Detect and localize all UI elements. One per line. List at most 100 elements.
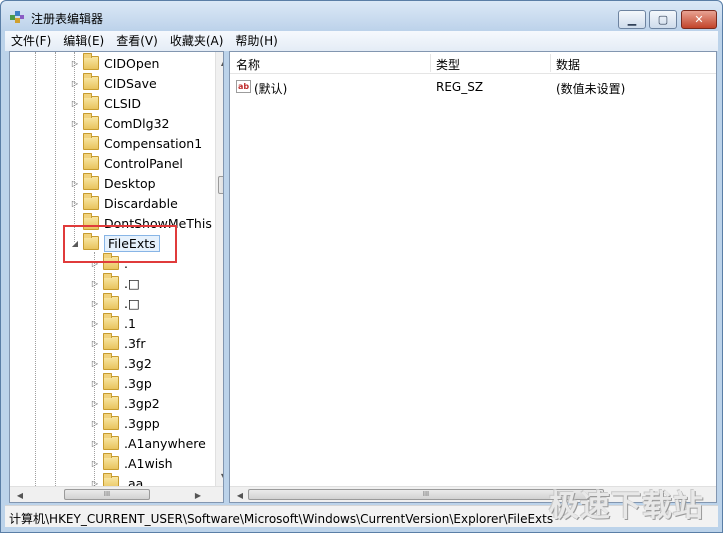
tree-item-label: ControlPanel [104,155,183,171]
expand-arrow-icon[interactable]: ▷ [90,339,100,348]
column-header-type[interactable]: 类型 [436,56,460,73]
scroll-down-arrow-icon[interactable]: ▼ [216,468,223,484]
minimize-button[interactable]: ▁ [618,10,646,29]
tree-guide-line [55,52,56,486]
expand-arrow-icon[interactable]: ▷ [70,179,80,188]
scroll-left-arrow-icon[interactable]: ◀ [12,487,28,502]
tree-item-label: .3fr [124,335,146,351]
expand-arrow-icon[interactable]: ▷ [90,439,100,448]
tree-item[interactable]: ▷ CIDSave [70,73,157,93]
expand-arrow-icon[interactable]: ▷ [70,79,80,88]
folder-icon [83,153,99,170]
scroll-right-arrow-icon[interactable]: ▶ [190,487,206,502]
menu-edit[interactable]: 编辑(E) [57,31,110,51]
menu-file[interactable]: 文件(F) [5,31,57,51]
folder-icon [103,393,119,410]
maximize-button[interactable]: ▢ [649,10,677,29]
column-divider[interactable] [550,54,551,72]
tree-child-item[interactable]: ▷ .3gpp [90,413,160,433]
expand-arrow-icon[interactable]: ▷ [90,299,100,308]
tree-item-label: .□ [124,295,140,311]
key-tree-pane: ▷ CIDOpen ▷ CIDSave ▷ CLSID ▷ ComDlg32 C… [9,51,224,503]
tree-item[interactable]: ▷ ComDlg32 [70,113,170,133]
folder-icon [83,93,99,110]
tree-item-label: .3gp [124,375,152,391]
scroll-up-arrow-icon[interactable]: ▲ [216,54,223,70]
expand-arrow-icon[interactable]: ▷ [90,279,100,288]
folder-icon [103,373,119,390]
tree-item-label: CLSID [104,95,141,111]
tree-item-label: Desktop [104,175,156,191]
menu-favorites[interactable]: 收藏夹(A) [164,31,230,51]
tree-horizontal-scrollbar[interactable]: ◀ III ▶ [10,486,223,502]
tree-item[interactable]: ▷ Desktop [70,173,156,193]
folder-icon [103,453,119,470]
registry-app-icon [10,11,24,23]
expand-arrow-icon[interactable]: ▷ [70,119,80,128]
tree-item-label: ComDlg32 [104,115,170,131]
horizontal-scroll-thumb[interactable]: III [64,489,150,500]
tree-child-item[interactable]: ▷ .3fr [90,333,145,353]
folder-icon [103,293,119,310]
status-path: 计算机\HKEY_CURRENT_USER\Software\Microsoft… [9,512,554,526]
menu-help[interactable]: 帮助(H) [229,31,283,51]
column-header-name[interactable]: 名称 [236,56,260,73]
tree-item-label: .3gp2 [124,395,160,411]
tree-item[interactable]: ▷ CLSID [70,93,141,113]
folder-icon [83,53,99,70]
expand-arrow-icon[interactable]: ▷ [90,399,100,408]
folder-icon [103,333,119,350]
tree-vertical-scrollbar[interactable]: ▲ ▼ [215,52,223,486]
tree-child-item[interactable]: ▷ .3g2 [90,353,152,373]
tree-item-label: CIDSave [104,75,157,91]
expand-arrow-icon[interactable]: ▷ [70,99,80,108]
close-button[interactable]: ✕ [681,10,717,29]
annotation-highlight-box [63,225,177,263]
window-title: 注册表编辑器 [31,12,104,26]
tree-item-label: .A1wish [124,455,173,471]
tree-child-item[interactable]: ▷ .3gp2 [90,393,160,413]
folder-icon [83,173,99,190]
folder-icon [103,413,119,430]
tree-item-label: CIDOpen [104,55,160,71]
tree-item[interactable]: Compensation1 [70,133,202,153]
expand-arrow-icon[interactable]: ▷ [90,359,100,368]
column-header-data[interactable]: 数据 [556,56,580,73]
list-header: 名称 类型 数据 [230,52,716,74]
tree-child-item[interactable]: ▷ .1 [90,313,136,333]
folder-icon [83,73,99,90]
tree-child-item[interactable]: ▷ .3gp [90,373,152,393]
tree-item-label: .A1anywhere [124,435,206,451]
expand-arrow-icon[interactable]: ▷ [90,419,100,428]
tree-child-item[interactable]: ▷ .□ [90,273,140,293]
folder-icon [103,433,119,450]
menu-view[interactable]: 查看(V) [110,31,164,51]
expand-arrow-icon[interactable]: ▷ [90,379,100,388]
tree-child-item[interactable]: ▷ .A1anywhere [90,433,206,453]
folder-icon [83,113,99,130]
menu-bar: 文件(F) 编辑(E) 查看(V) 收藏夹(A) 帮助(H) [5,31,718,51]
folder-icon [103,313,119,330]
scroll-left-arrow-icon[interactable]: ◀ [232,487,248,502]
expand-arrow-icon[interactable]: ▷ [70,199,80,208]
folder-icon [83,193,99,210]
value-type: REG_SZ [436,80,484,94]
expand-arrow-icon[interactable]: ▷ [90,459,100,468]
column-divider[interactable] [430,54,431,72]
value-name: (默认) [254,82,288,96]
expand-arrow-icon[interactable]: ▷ [90,319,100,328]
folder-icon [83,133,99,150]
tree-item[interactable]: ControlPanel [70,153,183,173]
folder-icon [103,353,119,370]
tree-item-label: Compensation1 [104,135,203,151]
tree-item[interactable]: ▷ Discardable [70,193,178,213]
tree-item[interactable]: ▷ CIDOpen [70,53,159,73]
tree-item-label: .1 [124,315,136,331]
title-bar[interactable]: 注册表编辑器 ▁ ▢ ✕ [1,1,722,31]
list-row[interactable]: ab (默认) REG_SZ (数值未设置) [230,78,716,98]
scroll-thumb[interactable] [218,176,223,194]
expand-arrow-icon[interactable]: ▷ [70,59,80,68]
tree-child-item[interactable]: ▷ .A1wish [90,453,173,473]
tree-child-item[interactable]: ▷ .□ [90,293,140,313]
watermark-text: 极速下载站 [549,489,704,524]
